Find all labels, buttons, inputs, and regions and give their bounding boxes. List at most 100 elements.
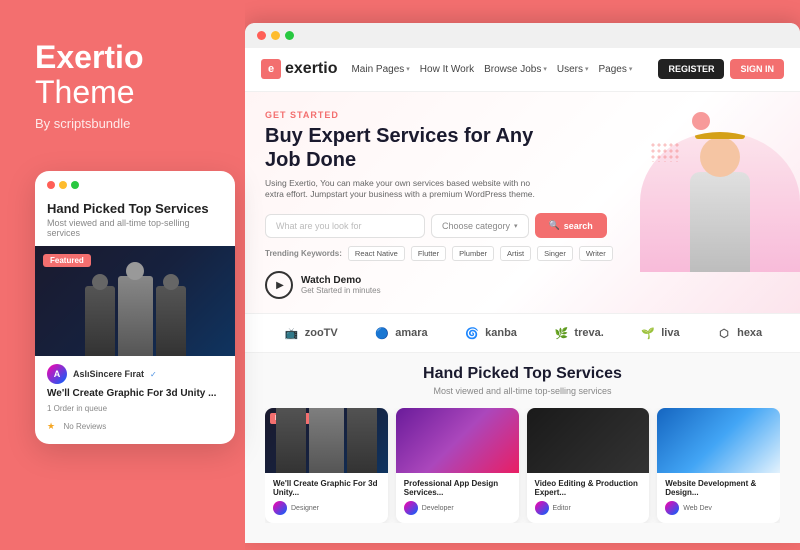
logo-amara: 🔵 amara — [373, 324, 427, 342]
nav-links: Main Pages ▾ How It Work Browse Jobs ▾ U… — [351, 64, 644, 75]
person-body — [690, 172, 750, 272]
warrior-left — [85, 286, 115, 356]
category-select[interactable]: Choose category ▾ — [431, 214, 529, 238]
browser-dot-yellow — [271, 31, 280, 40]
watch-demo-sub: Get Started in minutes — [301, 286, 381, 295]
service-card-title-3: Video Editing & Production Expert... — [535, 479, 642, 497]
service-card-image-4 — [657, 408, 780, 473]
service-card-title-2: Professional App Design Services... — [404, 479, 511, 497]
navbar: e exertio Main Pages ▾ How It Work Brows… — [245, 48, 800, 92]
decor-circle — [692, 112, 710, 130]
chevron-down-icon: ▾ — [629, 65, 633, 73]
service-card-3[interactable]: Video Editing & Production Expert... Edi… — [527, 408, 650, 523]
w1 — [276, 408, 306, 473]
logo-kanba: 🌀 kanba — [463, 324, 517, 342]
service-card-title-1: We'll Create Graphic For 3d Unity... — [273, 479, 380, 497]
warrior-right — [156, 286, 186, 356]
card-user-row: A AslıSincere Fırat ✓ — [47, 364, 223, 384]
service-card-image-1: Featured — [265, 408, 388, 473]
logo-text: exertio — [285, 60, 337, 78]
hexa-label: hexa — [737, 327, 762, 339]
hero-image — [600, 92, 800, 314]
play-icon: ▶ — [276, 280, 284, 291]
dot-yellow — [59, 181, 67, 189]
service-user-row-3: Editor — [535, 501, 642, 515]
chevron-down-icon: ▾ — [585, 65, 589, 73]
brand-theme: Theme — [35, 75, 135, 110]
search-input[interactable]: What are you look for — [265, 214, 425, 238]
card-section-title: Hand Picked Top Services — [35, 195, 235, 218]
mini-avatar-3 — [535, 501, 549, 515]
service-card-body-4: Website Development & Design... Web Dev — [657, 473, 780, 523]
watch-demo-text-block: Watch Demo Get Started in minutes — [301, 275, 381, 295]
service-user-row-4: Web Dev — [665, 501, 772, 515]
logos-strip: 📺 zooTV 🔵 amara 🌀 kanba 🌿 treva. 🌱 liva … — [245, 313, 800, 353]
section-title: Hand Picked Top Services — [265, 365, 780, 383]
mini-avatar-4 — [665, 501, 679, 515]
play-button[interactable]: ▶ — [265, 271, 293, 299]
card-image: Featured — [35, 246, 235, 356]
logo-liva: 🌱 liva — [639, 324, 679, 342]
dot-green — [71, 181, 79, 189]
register-button[interactable]: REGISTER — [658, 59, 724, 79]
w2 — [347, 408, 377, 473]
nav-how-it-work[interactable]: How It Work — [420, 64, 474, 75]
card-titlebar — [35, 171, 235, 195]
mini-avatar-1 — [273, 501, 287, 515]
liva-label: liva — [661, 327, 679, 339]
service-card-4[interactable]: Website Development & Design... Web Dev — [657, 408, 780, 523]
zootv-icon: 📺 — [283, 324, 301, 342]
bottom-section: Hand Picked Top Services Most viewed and… — [245, 353, 800, 542]
mini-name-2: Developer — [422, 505, 454, 512]
hero-section: GET STARTED Buy Expert Services for Any … — [245, 92, 800, 314]
service-user-row-1: Designer — [273, 501, 380, 515]
service-card-title-4: Website Development & Design... — [665, 479, 772, 497]
section-subtitle: Most viewed and all-time top-selling ser… — [265, 386, 780, 396]
mini-name-1: Designer — [291, 505, 319, 512]
watch-demo-label: Watch Demo — [301, 275, 381, 286]
trending-tag-singer[interactable]: Singer — [537, 246, 573, 261]
browser-dot-green — [285, 31, 294, 40]
navbar-logo: e exertio — [261, 59, 337, 79]
hexa-icon: ⬡ — [715, 324, 733, 342]
nav-users[interactable]: Users ▾ — [557, 64, 589, 75]
user-name: AslıSincere Fırat — [73, 369, 144, 379]
no-reviews: No Reviews — [64, 422, 107, 431]
nav-pages[interactable]: Pages ▾ — [598, 64, 632, 75]
trending-label: Trending Keywords: — [265, 249, 342, 258]
treva-icon: 🌿 — [552, 324, 570, 342]
amara-label: amara — [395, 327, 427, 339]
service-card-1[interactable]: Featured We'll Create Graphic For 3d Uni… — [265, 408, 388, 523]
nav-main-pages[interactable]: Main Pages ▾ — [351, 64, 409, 75]
search-button[interactable]: 🔍 search — [535, 213, 607, 238]
treva-label: treva. — [574, 327, 603, 339]
signin-button[interactable]: SIGN IN — [730, 59, 784, 79]
brand-by: By scriptsbundle — [35, 116, 130, 131]
service-card-2[interactable]: Professional App Design Services... Deve… — [396, 408, 519, 523]
nav-actions: REGISTER SIGN IN — [658, 59, 784, 79]
logo-zootv: 📺 zooTV — [283, 324, 338, 342]
person-hat — [695, 132, 745, 139]
browser-content: e exertio Main Pages ▾ How It Work Brows… — [245, 48, 800, 543]
trending-tag-flutter[interactable]: Flutter — [411, 246, 446, 261]
service-card-image-3 — [527, 408, 650, 473]
nav-browse-jobs[interactable]: Browse Jobs ▾ — [484, 64, 547, 75]
browser-dot-red — [257, 31, 266, 40]
trending-tag-react[interactable]: React Native — [348, 246, 405, 261]
mini-name-4: Web Dev — [683, 505, 712, 512]
trending-tag-plumber[interactable]: Plumber — [452, 246, 494, 261]
trending-tag-artist[interactable]: Artist — [500, 246, 531, 261]
person-head — [700, 137, 740, 177]
services-grid: Featured We'll Create Graphic For 3d Uni… — [265, 408, 780, 523]
kanba-label: kanba — [485, 327, 517, 339]
dot-red — [47, 181, 55, 189]
service-title: We'll Create Graphic For 3d Unity ... — [47, 388, 223, 399]
logo-hexa: ⬡ hexa — [715, 324, 762, 342]
browser-window: e exertio Main Pages ▾ How It Work Brows… — [245, 23, 800, 543]
mini-name-3: Editor — [553, 505, 571, 512]
chevron-down-icon: ▾ — [543, 65, 547, 73]
reviews-row: ★ No Reviews — [47, 416, 223, 434]
brand-name: Exertio — [35, 40, 143, 75]
card-body: A AslıSincere Fırat ✓ We'll Create Graph… — [35, 356, 235, 444]
wc — [309, 408, 344, 473]
